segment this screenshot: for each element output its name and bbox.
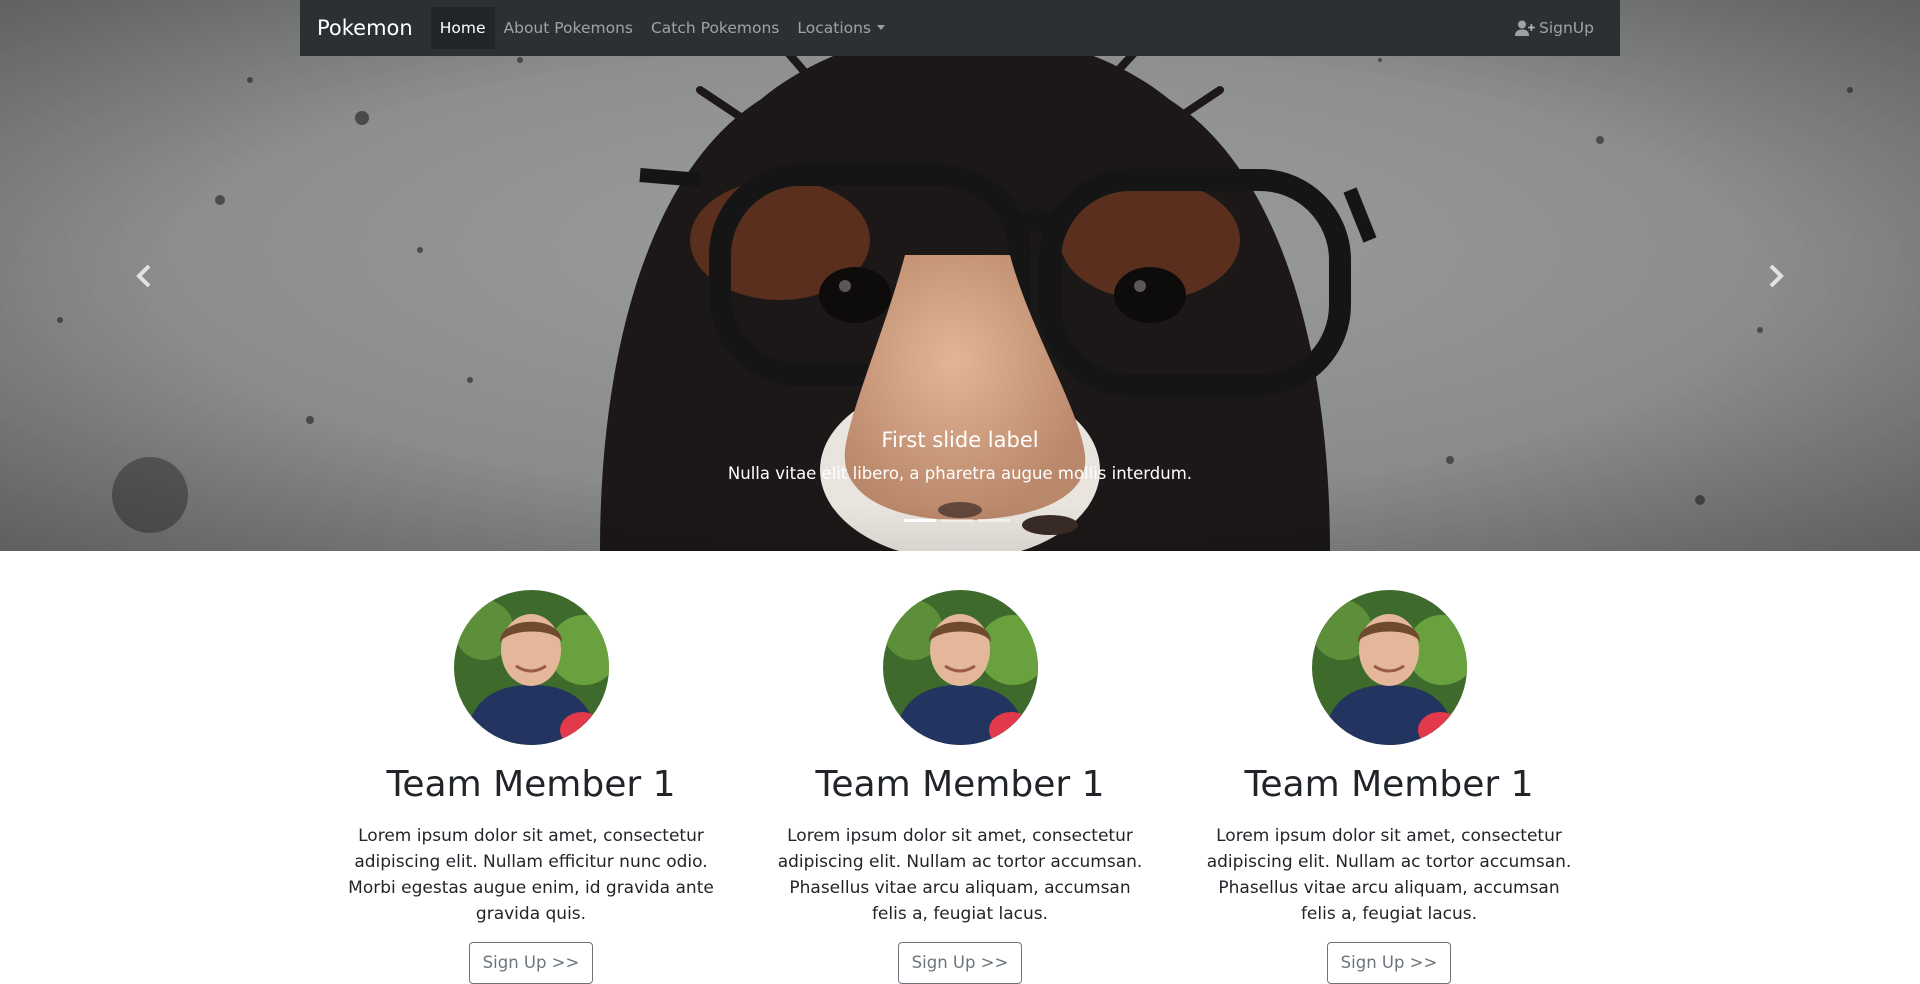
nav-signup-label: SignUp <box>1539 19 1594 37</box>
team-member-name: Team Member 1 <box>1244 764 1534 805</box>
team-member-description: Lorem ipsum dolor sit amet, consectetur … <box>1206 826 1572 924</box>
team-member-description: Lorem ipsum dolor sit amet, consectetur … <box>777 826 1143 924</box>
team-member-signup-button[interactable]: Sign Up >> <box>897 942 1023 984</box>
team-member-avatar <box>453 590 609 745</box>
team-member-signup-button[interactable]: Sign Up >> <box>1326 942 1452 984</box>
slide-title: First slide label <box>881 428 1039 452</box>
nav-link-home[interactable]: Home <box>430 7 495 49</box>
carousel-next-button[interactable] <box>1756 256 1796 296</box>
team-member-avatar <box>882 590 1038 745</box>
chevron-left-icon <box>136 264 151 288</box>
navbar: Pokemon Home About Pokemons Catch Pokemo… <box>300 0 1620 56</box>
team-member-signup-button[interactable]: Sign Up >> <box>468 942 594 984</box>
nav-signup-link[interactable]: SignUp <box>1515 19 1594 37</box>
hero-carousel: First slide label Nulla vitae elit liber… <box>0 0 1920 551</box>
nav-link-locations-label: Locations <box>797 19 872 37</box>
nav-link-about-pokemons[interactable]: About Pokemons <box>495 7 642 49</box>
navbar-brand[interactable]: Pokemon <box>317 16 413 40</box>
team-member-name: Team Member 1 <box>386 764 676 805</box>
team-member-description: Lorem ipsum dolor sit amet, consectetur … <box>348 826 714 924</box>
carousel-prev-button[interactable] <box>124 256 164 296</box>
chevron-right-icon <box>1769 264 1784 288</box>
team-member-name: Team Member 1 <box>815 764 1105 805</box>
team-member-card: Team Member 1 Lorem ipsum dolor sit amet… <box>336 590 726 984</box>
nav-dropdown-locations[interactable]: Locations <box>788 7 894 49</box>
nav-link-catch-pokemons[interactable]: Catch Pokemons <box>642 7 788 49</box>
carousel-indicator-3[interactable] <box>978 519 1010 522</box>
carousel-indicators <box>904 519 1010 522</box>
carousel-indicator-2[interactable] <box>941 519 973 522</box>
team-member-card: Team Member 1 Lorem ipsum dolor sit amet… <box>765 590 1155 984</box>
carousel-indicator-1[interactable] <box>904 519 936 522</box>
caret-down-icon <box>877 24 886 30</box>
team-member-card: Team Member 1 Lorem ipsum dolor sit amet… <box>1194 590 1584 984</box>
team-member-avatar <box>1311 590 1467 745</box>
slide-text: Nulla vitae elit libero, a pharetra augu… <box>727 464 1193 483</box>
user-plus-icon <box>1515 20 1535 36</box>
carousel-caption: First slide label Nulla vitae elit liber… <box>0 424 1920 486</box>
